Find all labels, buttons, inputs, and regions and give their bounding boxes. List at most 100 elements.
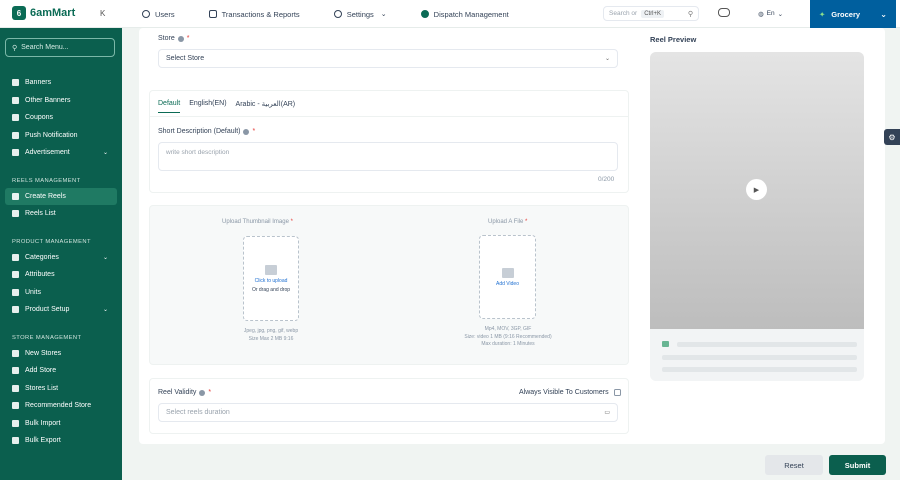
- file-title-text: Upload A File: [488, 219, 524, 225]
- search-shortcut: Ctrl+K: [641, 9, 665, 18]
- sidebar-item-label: Product Setup: [25, 306, 70, 314]
- language-label: En: [766, 10, 775, 17]
- reel-preview: ▶: [650, 52, 864, 381]
- video-upload-icon: [501, 267, 514, 278]
- brand[interactable]: 6 6amMart: [12, 6, 75, 20]
- always-visible-option[interactable]: Always Visible To Customers: [519, 389, 621, 396]
- store-select[interactable]: Select Store ⌄: [158, 49, 618, 68]
- sidebar-item-product-setup[interactable]: Product Setup ⌄: [0, 301, 122, 319]
- import-icon: [12, 419, 19, 427]
- file-duration: Max duration: 1 Minutes: [481, 341, 535, 347]
- brand-logo-icon: 6: [12, 6, 26, 20]
- search-placeholder: Search or: [609, 10, 638, 17]
- required-mark: *: [290, 219, 293, 225]
- top-header: 6 6amMart K Users Transactions & Reports…: [0, 0, 900, 28]
- info-icon: [243, 128, 250, 135]
- thumbnail-upload-link[interactable]: Click to upload: [255, 278, 288, 284]
- reel-duration-select[interactable]: Select reels duration ▭: [158, 403, 618, 422]
- globe-icon: ◍: [758, 11, 764, 18]
- sidebar-item-recommended-store[interactable]: Recommended Store: [0, 397, 122, 415]
- module-label: Grocery: [831, 9, 861, 19]
- thumbnail-formats: Jpeg, jpg, png, gif, webp: [243, 328, 299, 334]
- language-selector[interactable]: ◍ En ⌄: [758, 10, 783, 18]
- required-mark: *: [252, 128, 256, 135]
- sidebar-item-label: Advertisement: [25, 149, 70, 157]
- nav-transactions-label: Transactions & Reports: [221, 9, 300, 19]
- sidebar-item-reels-list[interactable]: Reels List: [0, 205, 122, 223]
- sidebar-item-units[interactable]: Units: [0, 284, 122, 302]
- sidebar-item-push-notification[interactable]: Push Notification: [0, 127, 122, 145]
- nav-settings[interactable]: Settings ⌄: [333, 9, 387, 19]
- file-dropzone[interactable]: Add Video: [479, 235, 536, 319]
- thumbnail-note: Jpeg, jpg, png, gif, webp Size Max 2 MB …: [222, 328, 320, 343]
- sidebar-item-label: Push Notification: [25, 131, 78, 139]
- sidebar-item-label: Add Store: [25, 367, 57, 375]
- sidebar-item-bulk-import[interactable]: Bulk Import: [0, 415, 122, 433]
- search-icon: ⚲: [12, 44, 18, 52]
- top-nav: Users Transactions & Reports Settings ⌄ …: [142, 0, 543, 28]
- thumbnail-title: Upload Thumbnail Image *: [222, 219, 293, 225]
- nav-dispatch[interactable]: Dispatch Management: [420, 10, 509, 19]
- sidebar-collapse-button[interactable]: K: [100, 9, 105, 18]
- nav-settings-label: Settings: [346, 9, 374, 19]
- section-product-management: PRODUCT MANAGEMENT: [12, 238, 91, 245]
- image-icon: [12, 79, 19, 87]
- settings-gear-icon[interactable]: ⚙: [884, 129, 900, 145]
- gear-icon: [333, 10, 342, 18]
- sidebar-item-coupons[interactable]: Coupons: [0, 109, 122, 127]
- calendar-icon: ▭: [604, 410, 610, 416]
- short-description-label-text: Short Description (Default): [158, 128, 241, 135]
- thumbnail-dropzone[interactable]: Click to upload Or drag and drop: [243, 236, 299, 321]
- tab-english[interactable]: English(EN): [189, 100, 226, 113]
- search-icon: ⚲: [687, 10, 693, 18]
- global-search-input[interactable]: Search or Ctrl+K ⚲: [603, 6, 699, 21]
- play-icon[interactable]: ▶: [746, 179, 767, 200]
- sidebar-item-label: Reels List: [25, 210, 56, 218]
- sidebar-item-add-store[interactable]: Add Store: [0, 362, 122, 380]
- sidebar-item-new-stores[interactable]: New Stores: [0, 345, 122, 363]
- reset-button[interactable]: Reset: [765, 455, 823, 475]
- store-avatar-icon: [662, 341, 669, 347]
- ad-icon: [12, 149, 19, 157]
- sidebar-item-advertisement[interactable]: Advertisement ⌄: [0, 144, 122, 162]
- unit-icon: [12, 288, 19, 296]
- file-formats: Mp4, MOV, 3GP, GIF: [484, 326, 532, 332]
- sidebar-item-label: Coupons: [25, 114, 54, 122]
- file-size: Size: video 1 MB (9:16 Recommended): [464, 333, 552, 340]
- sidebar-item-categories[interactable]: Categories ⌄: [0, 249, 122, 267]
- chevron-down-icon: ⌄: [102, 307, 108, 314]
- sidebar-item-attributes[interactable]: Attributes: [0, 266, 122, 284]
- category-icon: [12, 253, 19, 261]
- file-title: Upload A File *: [488, 219, 527, 225]
- sidebar-item-label: Categories: [25, 253, 59, 261]
- submit-button[interactable]: Submit: [829, 455, 886, 475]
- sidebar-item-label: Units: [25, 288, 41, 296]
- tab-arabic[interactable]: Arabic - العربية(AR): [236, 100, 296, 113]
- sidebar-item-label: Create Reels: [25, 192, 66, 200]
- chevron-down-icon: ⌄: [880, 9, 887, 19]
- chat-icon[interactable]: [718, 8, 730, 17]
- add-video-link[interactable]: Add Video: [496, 281, 519, 287]
- sidebar-search-input[interactable]: ⚲ Search Menu...: [5, 38, 115, 57]
- dispatch-icon: [420, 10, 429, 18]
- sidebar-item-bulk-export[interactable]: Bulk Export: [0, 432, 122, 450]
- always-visible-checkbox[interactable]: [613, 389, 621, 396]
- tab-default[interactable]: Default: [158, 100, 181, 113]
- file-note: Mp4, MOV, 3GP, GIF Size: video 1 MB (9:1…: [450, 326, 566, 349]
- short-description-input[interactable]: write short description: [158, 142, 618, 171]
- sidebar-item-create-reels[interactable]: Create Reels: [5, 187, 117, 205]
- nav-users[interactable]: Users: [142, 10, 175, 19]
- language-tabs: Default English(EN) Arabic - العربية(AR): [158, 100, 295, 113]
- sidebar-item-banners[interactable]: Banners: [0, 74, 122, 92]
- module-switch-button[interactable]: ✦ Grocery ⌄: [810, 0, 896, 28]
- sidebar: ⚲ Search Menu... Banners Other Banners C…: [0, 28, 122, 480]
- list-icon: [12, 210, 19, 218]
- nav-transactions[interactable]: Transactions & Reports: [208, 9, 300, 19]
- chevron-down-icon: ⌄: [380, 11, 387, 18]
- store-icon: [12, 349, 19, 357]
- sidebar-item-other-banners[interactable]: Other Banners: [0, 92, 122, 110]
- tabs-divider: [149, 116, 629, 117]
- sidebar-item-stores-list[interactable]: Stores List: [0, 380, 122, 398]
- chevron-down-icon: ⌄: [604, 56, 610, 62]
- preview-placeholder-bar: [662, 367, 857, 372]
